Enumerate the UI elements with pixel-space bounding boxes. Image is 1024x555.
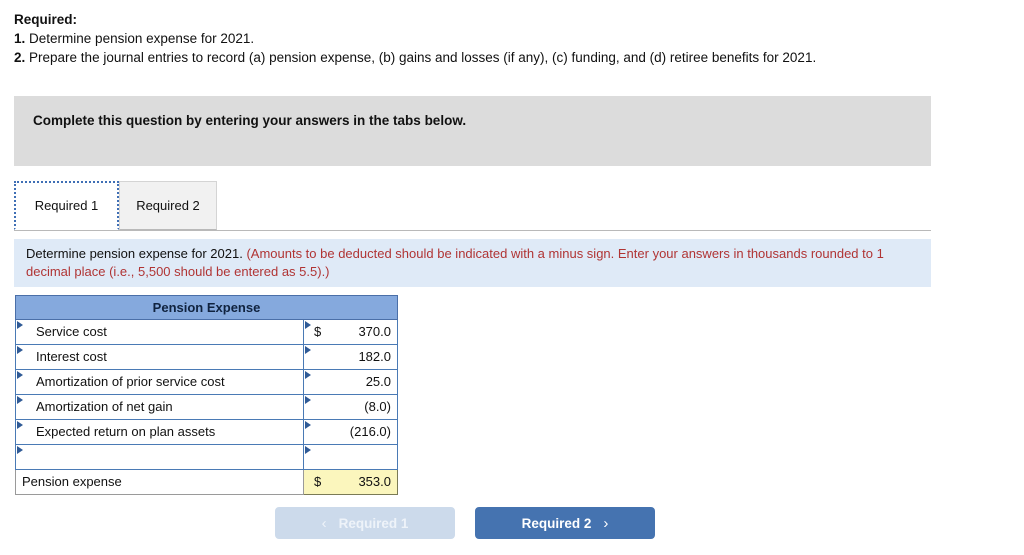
total-label-text: Pension expense xyxy=(22,474,122,489)
required-prompt: Required: 1. Determine pension expense f… xyxy=(14,10,1014,67)
wizard-navigation: ‹ Required 1 Required 2 › xyxy=(275,507,695,539)
total-label-cell: Pension expense xyxy=(15,469,304,495)
tab-required-2[interactable]: Required 2 xyxy=(119,181,217,230)
cell-corner-marker-icon xyxy=(17,371,23,379)
tab-strip: Required 1 Required 2 xyxy=(14,181,931,231)
table-row xyxy=(15,444,398,470)
instruction-banner: Complete this question by entering your … xyxy=(14,96,931,166)
required-item-2-text: Prepare the journal entries to record (a… xyxy=(29,50,817,65)
question-instruction-panel: Determine pension expense for 2021. (Amo… xyxy=(14,239,931,287)
cell-corner-marker-icon xyxy=(17,421,23,429)
row-value-cell-interest-cost[interactable]: 182.0 xyxy=(303,344,398,370)
table-row: Amortization of prior service cost 25.0 xyxy=(15,369,398,395)
tab-required-1[interactable]: Required 1 xyxy=(14,181,119,230)
cell-corner-marker-icon xyxy=(17,321,23,329)
tab-required-2-label: Required 2 xyxy=(136,198,200,213)
row-label-text xyxy=(16,445,303,469)
cell-corner-marker-icon xyxy=(17,396,23,404)
required-heading: Required: xyxy=(14,12,78,27)
tab-required-1-label: Required 1 xyxy=(34,198,99,213)
table-row: Expected return on plan assets (216.0) xyxy=(15,419,398,445)
required-item-2: 2. Prepare the journal entries to record… xyxy=(14,48,1014,67)
required-item-1-text: Determine pension expense for 2021. xyxy=(29,31,255,46)
table-total-row: Pension expense $ 353.0 xyxy=(15,469,398,495)
pension-expense-table: Pension Expense Service cost $ 370.0 Int… xyxy=(15,295,398,495)
instruction-banner-text: Complete this question by entering your … xyxy=(33,113,467,128)
row-label-cell-service-cost[interactable]: Service cost xyxy=(15,319,304,345)
row-label-text: Amortization of net gain xyxy=(36,399,173,414)
row-value-text: 25.0 xyxy=(365,374,391,389)
table-header-title: Pension Expense xyxy=(15,295,398,320)
row-value-text: (8.0) xyxy=(364,399,391,414)
row-label-cell-expected-return-plan-assets[interactable]: Expected return on plan assets xyxy=(15,419,304,445)
row-label-cell-amortization-net-gain[interactable]: Amortization of net gain xyxy=(15,394,304,420)
row-value-text: (216.0) xyxy=(349,424,391,439)
row-label-text: Interest cost xyxy=(36,349,107,364)
table-row: Service cost $ 370.0 xyxy=(15,319,398,345)
table-row: Interest cost 182.0 xyxy=(15,344,398,370)
row-label-cell-interest-cost[interactable]: Interest cost xyxy=(15,344,304,370)
required-item-2-number: 2. xyxy=(14,50,26,65)
currency-symbol: $ xyxy=(314,474,322,489)
previous-required-1-button[interactable]: ‹ Required 1 xyxy=(275,507,455,539)
cell-corner-marker-icon xyxy=(17,346,23,354)
chevron-left-icon: ‹ xyxy=(321,514,327,532)
pension-expense-worksheet: Pension Expense Service cost $ 370.0 Int… xyxy=(15,295,398,495)
next-required-2-button[interactable]: Required 2 › xyxy=(475,507,655,539)
required-item-1: 1. Determine pension expense for 2021. xyxy=(14,29,1014,48)
row-value-cell-amortization-prior-service-cost[interactable]: 25.0 xyxy=(303,369,398,395)
row-label-text: Service cost xyxy=(36,324,107,339)
row-label-text: Amortization of prior service cost xyxy=(36,374,225,389)
row-value-cell-amortization-net-gain[interactable]: (8.0) xyxy=(303,394,398,420)
chevron-right-icon: › xyxy=(603,514,609,532)
row-value-text: 182.0 xyxy=(358,349,391,364)
row-label-text: Expected return on plan assets xyxy=(36,424,216,439)
required-item-1-number: 1. xyxy=(14,31,26,46)
tab-strip-baseline xyxy=(14,230,931,231)
previous-button-label: Required 1 xyxy=(338,515,409,531)
total-value-cell: $ 353.0 xyxy=(303,469,398,495)
row-label-cell-empty[interactable] xyxy=(15,444,304,470)
next-button-label: Required 2 xyxy=(521,515,592,531)
question-instruction-text: Determine pension expense for 2021. (Amo… xyxy=(26,245,917,281)
question-instruction-main: Determine pension expense for 2021. xyxy=(26,246,243,261)
row-value-cell-expected-return-plan-assets[interactable]: (216.0) xyxy=(303,419,398,445)
table-header-row: Pension Expense xyxy=(15,295,398,320)
row-label-cell-amortization-prior-service-cost[interactable]: Amortization of prior service cost xyxy=(15,369,304,395)
cell-corner-marker-icon xyxy=(17,446,23,454)
currency-symbol: $ xyxy=(314,324,322,339)
row-value-cell-service-cost[interactable]: $ 370.0 xyxy=(303,319,398,345)
table-row: Amortization of net gain (8.0) xyxy=(15,394,398,420)
row-value-cell-empty[interactable] xyxy=(303,444,398,470)
